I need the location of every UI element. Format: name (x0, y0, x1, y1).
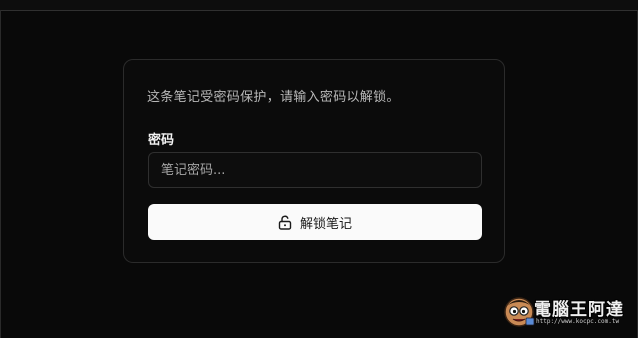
watermark-title: 電腦王阿達 (534, 300, 624, 320)
watermark-url: http://www.kocpc.com.tw (536, 318, 620, 325)
unlock-note-button[interactable]: 解锁笔记 (148, 204, 482, 240)
note-password-input[interactable] (148, 152, 482, 188)
unlock-note-button-label: 解锁笔记 (299, 216, 352, 232)
window-top-bar (0, 0, 638, 10)
watermark: 電腦王阿達 http://www.kocpc.com.tw (498, 292, 634, 332)
password-label: 密码 (148, 133, 175, 148)
unlock-icon (278, 215, 292, 230)
mascot-face-icon (504, 297, 535, 327)
protected-note-message: 这条笔记受密码保护，请输入密码以解锁。 (147, 90, 400, 105)
